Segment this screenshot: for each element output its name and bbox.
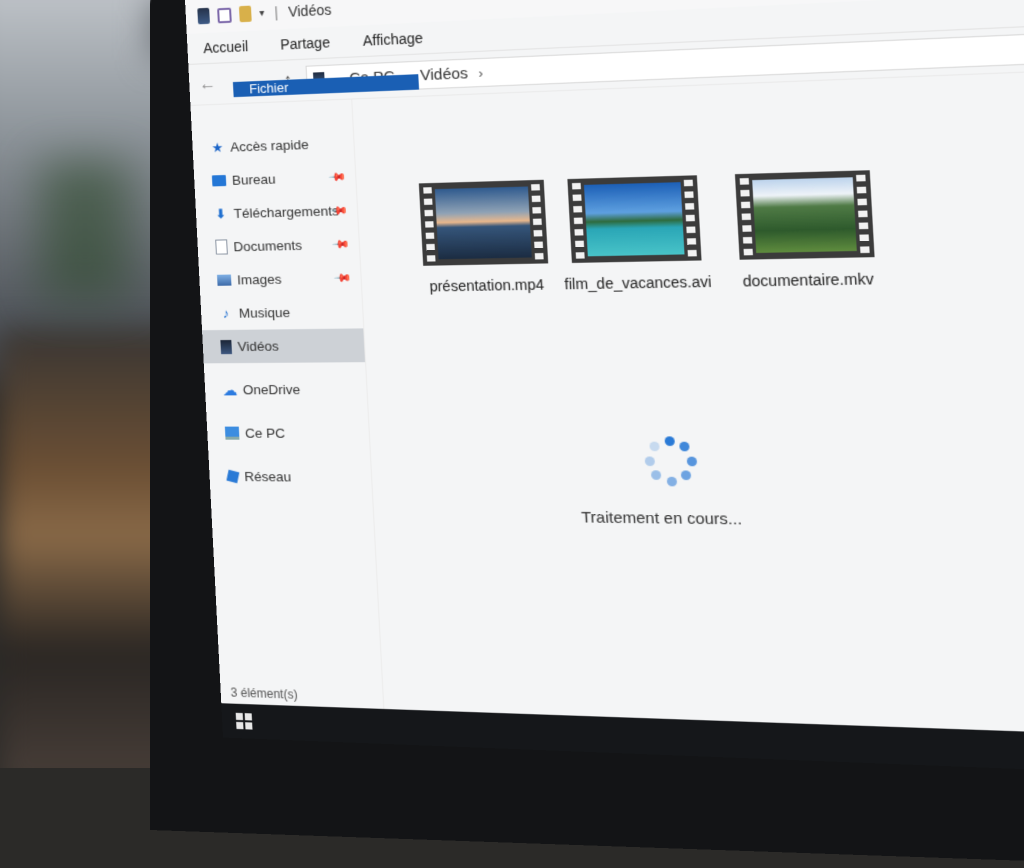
file-item[interactable]: film_de_vacances.avi bbox=[550, 175, 721, 293]
file-item[interactable]: documentaire.mkv bbox=[717, 170, 895, 290]
spinner-dot bbox=[649, 441, 660, 452]
explorer-window: ▾ | Vidéos Fichier Accueil Partage Affic… bbox=[185, 0, 1024, 778]
quick-access-dropdown-icon[interactable]: ▾ bbox=[259, 7, 265, 18]
video-thumbnail bbox=[567, 175, 702, 263]
desktop-icon bbox=[211, 174, 227, 187]
music-icon: ♪ bbox=[222, 305, 230, 321]
status-item-count: 3 élément(s) bbox=[230, 685, 298, 702]
sidebar-item-label: Réseau bbox=[243, 468, 292, 485]
pin-icon: 📌 bbox=[328, 168, 348, 187]
sidebar-item-acces-rapide[interactable]: ★ Accès rapide bbox=[192, 126, 355, 165]
new-folder-icon[interactable] bbox=[238, 5, 252, 23]
sidebar-item-label: OneDrive bbox=[242, 381, 301, 398]
file-view: présentation.mp4 film_de_vacances.avi do… bbox=[352, 66, 1024, 777]
video-icon bbox=[220, 339, 233, 354]
spinner-dot bbox=[686, 456, 697, 466]
tab-affichage[interactable]: Affichage bbox=[346, 22, 441, 57]
tab-accueil[interactable]: Accueil bbox=[187, 30, 265, 64]
sidebar-item-bureau[interactable]: Bureau 📌 bbox=[194, 160, 357, 198]
file-item[interactable]: présentation.mp4 bbox=[402, 179, 567, 295]
file-name: film_de_vacances.avi bbox=[564, 273, 713, 293]
network-icon bbox=[226, 469, 240, 484]
window-title: Vidéos bbox=[287, 1, 332, 20]
file-name: présentation.mp4 bbox=[428, 276, 545, 295]
file-name: documentaire.mkv bbox=[742, 270, 875, 290]
loading-spinner-icon bbox=[642, 435, 698, 486]
tab-partage[interactable]: Partage bbox=[263, 26, 347, 60]
breadcrumb-videos[interactable]: Vidéos bbox=[420, 64, 469, 84]
sidebar-item-documents[interactable]: Documents 📌 bbox=[197, 227, 360, 264]
download-icon: ⬇ bbox=[214, 205, 227, 222]
windows-start-icon[interactable] bbox=[235, 712, 253, 730]
sidebar-item-label: Documents bbox=[233, 237, 303, 255]
sidebar-item-label: Téléchargements bbox=[233, 203, 340, 222]
sidebar-item-label: Images bbox=[236, 271, 282, 288]
pin-icon: 📌 bbox=[331, 235, 351, 255]
properties-icon[interactable] bbox=[217, 7, 232, 23]
spinner-dot bbox=[650, 470, 662, 480]
title-separator: | bbox=[274, 4, 279, 21]
image-icon bbox=[217, 274, 232, 286]
spinner-dot bbox=[680, 470, 692, 481]
sidebar-item-images[interactable]: Images 📌 bbox=[199, 261, 362, 297]
breadcrumb-chevron-icon[interactable]: › bbox=[478, 65, 483, 81]
pin-icon: 📌 bbox=[333, 269, 353, 288]
sidebar-item-label: Ce PC bbox=[244, 425, 286, 441]
sidebar-item-label: Accès rapide bbox=[229, 136, 310, 155]
spinner-dot bbox=[644, 455, 655, 466]
sidebar-item-onedrive[interactable]: ☁ OneDrive bbox=[204, 372, 367, 406]
sidebar-item-telechargements[interactable]: ⬇ Téléchargements 📌 bbox=[195, 193, 358, 231]
loading-text: Traitement en cours... bbox=[580, 508, 743, 529]
videos-folder-icon[interactable] bbox=[197, 7, 210, 25]
spinner-dot bbox=[663, 435, 675, 446]
sidebar-item-reseau[interactable]: Réseau bbox=[209, 460, 372, 495]
cloud-icon: ☁ bbox=[222, 381, 238, 399]
sidebar-item-musique[interactable]: ♪ Musique bbox=[200, 295, 363, 331]
sidebar-item-label: Musique bbox=[238, 304, 291, 321]
star-icon: ★ bbox=[211, 139, 224, 155]
computer-icon bbox=[224, 426, 240, 440]
sidebar-item-videos[interactable]: Vidéos bbox=[202, 328, 366, 364]
back-arrow-icon[interactable]: ← bbox=[199, 74, 217, 95]
spinner-dot bbox=[666, 476, 677, 486]
sidebar-item-ce-pc[interactable]: Ce PC bbox=[206, 416, 369, 450]
document-icon bbox=[215, 239, 228, 255]
sidebar-item-label: Bureau bbox=[231, 171, 276, 188]
spinner-dot bbox=[679, 441, 690, 452]
video-thumbnail bbox=[734, 170, 875, 260]
sidebar-item-label: Vidéos bbox=[237, 338, 280, 355]
video-thumbnail bbox=[418, 179, 549, 266]
